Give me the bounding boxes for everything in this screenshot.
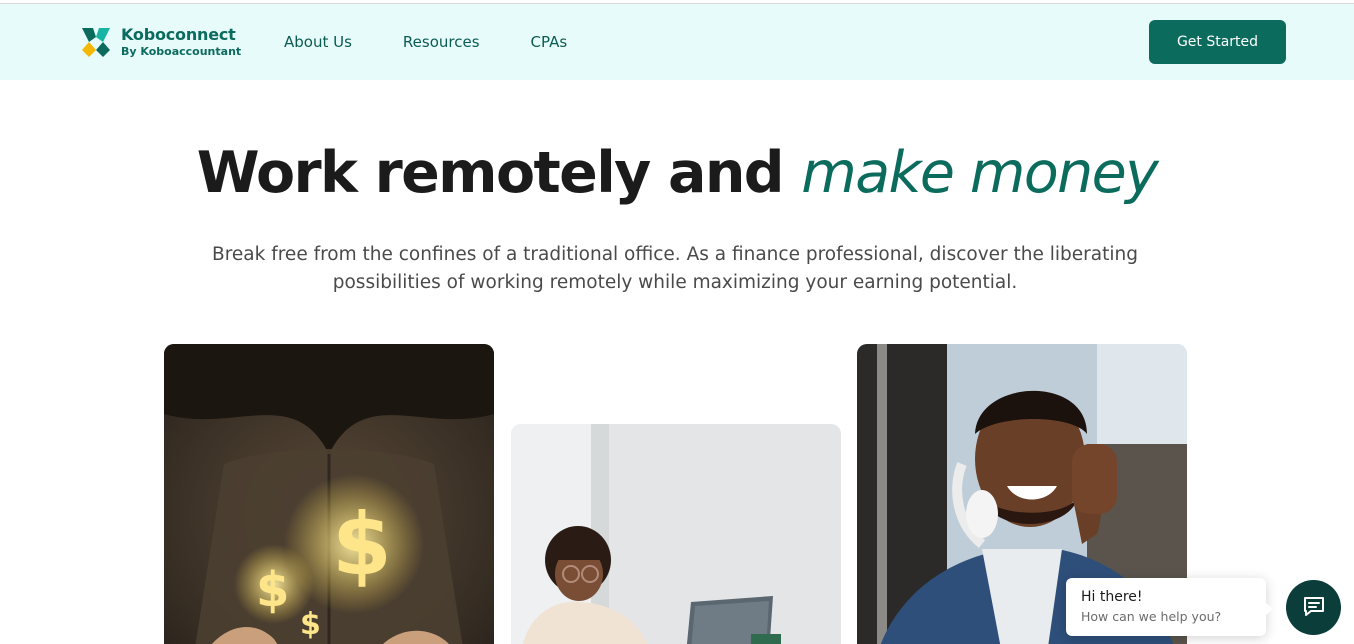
navbar: Koboconnect By Koboaccountant About Us R… <box>0 4 1354 80</box>
woman-laptop-photo <box>511 424 841 644</box>
nav-about-us[interactable]: About Us <box>284 33 352 51</box>
hero-title: Work remotely and make money <box>0 140 1354 206</box>
svg-text:$: $ <box>300 607 321 642</box>
brand-name: Koboconnect <box>121 25 236 44</box>
brand-tagline: By Koboaccountant <box>121 45 242 58</box>
hero-title-plain: Work remotely and <box>196 140 802 206</box>
nav-cpas[interactable]: CPAs <box>531 33 568 51</box>
nav-resources[interactable]: Resources <box>403 33 480 51</box>
money-hands-photo: $ $ $ <box>164 344 494 644</box>
koboconnect-logo-icon <box>80 26 112 58</box>
chat-greeting-title: Hi there! <box>1081 589 1143 605</box>
chat-greeting-subtitle: How can we help you? <box>1081 609 1222 624</box>
chat-greeting-bubble[interactable]: Hi there! How can we help you? <box>1066 578 1273 636</box>
nav-links: About Us Resources CPAs <box>284 33 618 51</box>
svg-text:$: $ <box>332 495 392 595</box>
chat-bubble-tail <box>1265 602 1273 616</box>
logo[interactable]: Koboconnect By Koboaccountant <box>80 26 241 58</box>
chat-button[interactable] <box>1286 580 1341 635</box>
chat-icon <box>1302 594 1326 622</box>
svg-text:$: $ <box>256 562 289 618</box>
hero-subtitle: Break free from the confines of a tradit… <box>212 244 1138 293</box>
hero-title-accent: make money <box>801 140 1159 206</box>
get-started-button[interactable]: Get Started <box>1149 20 1286 64</box>
